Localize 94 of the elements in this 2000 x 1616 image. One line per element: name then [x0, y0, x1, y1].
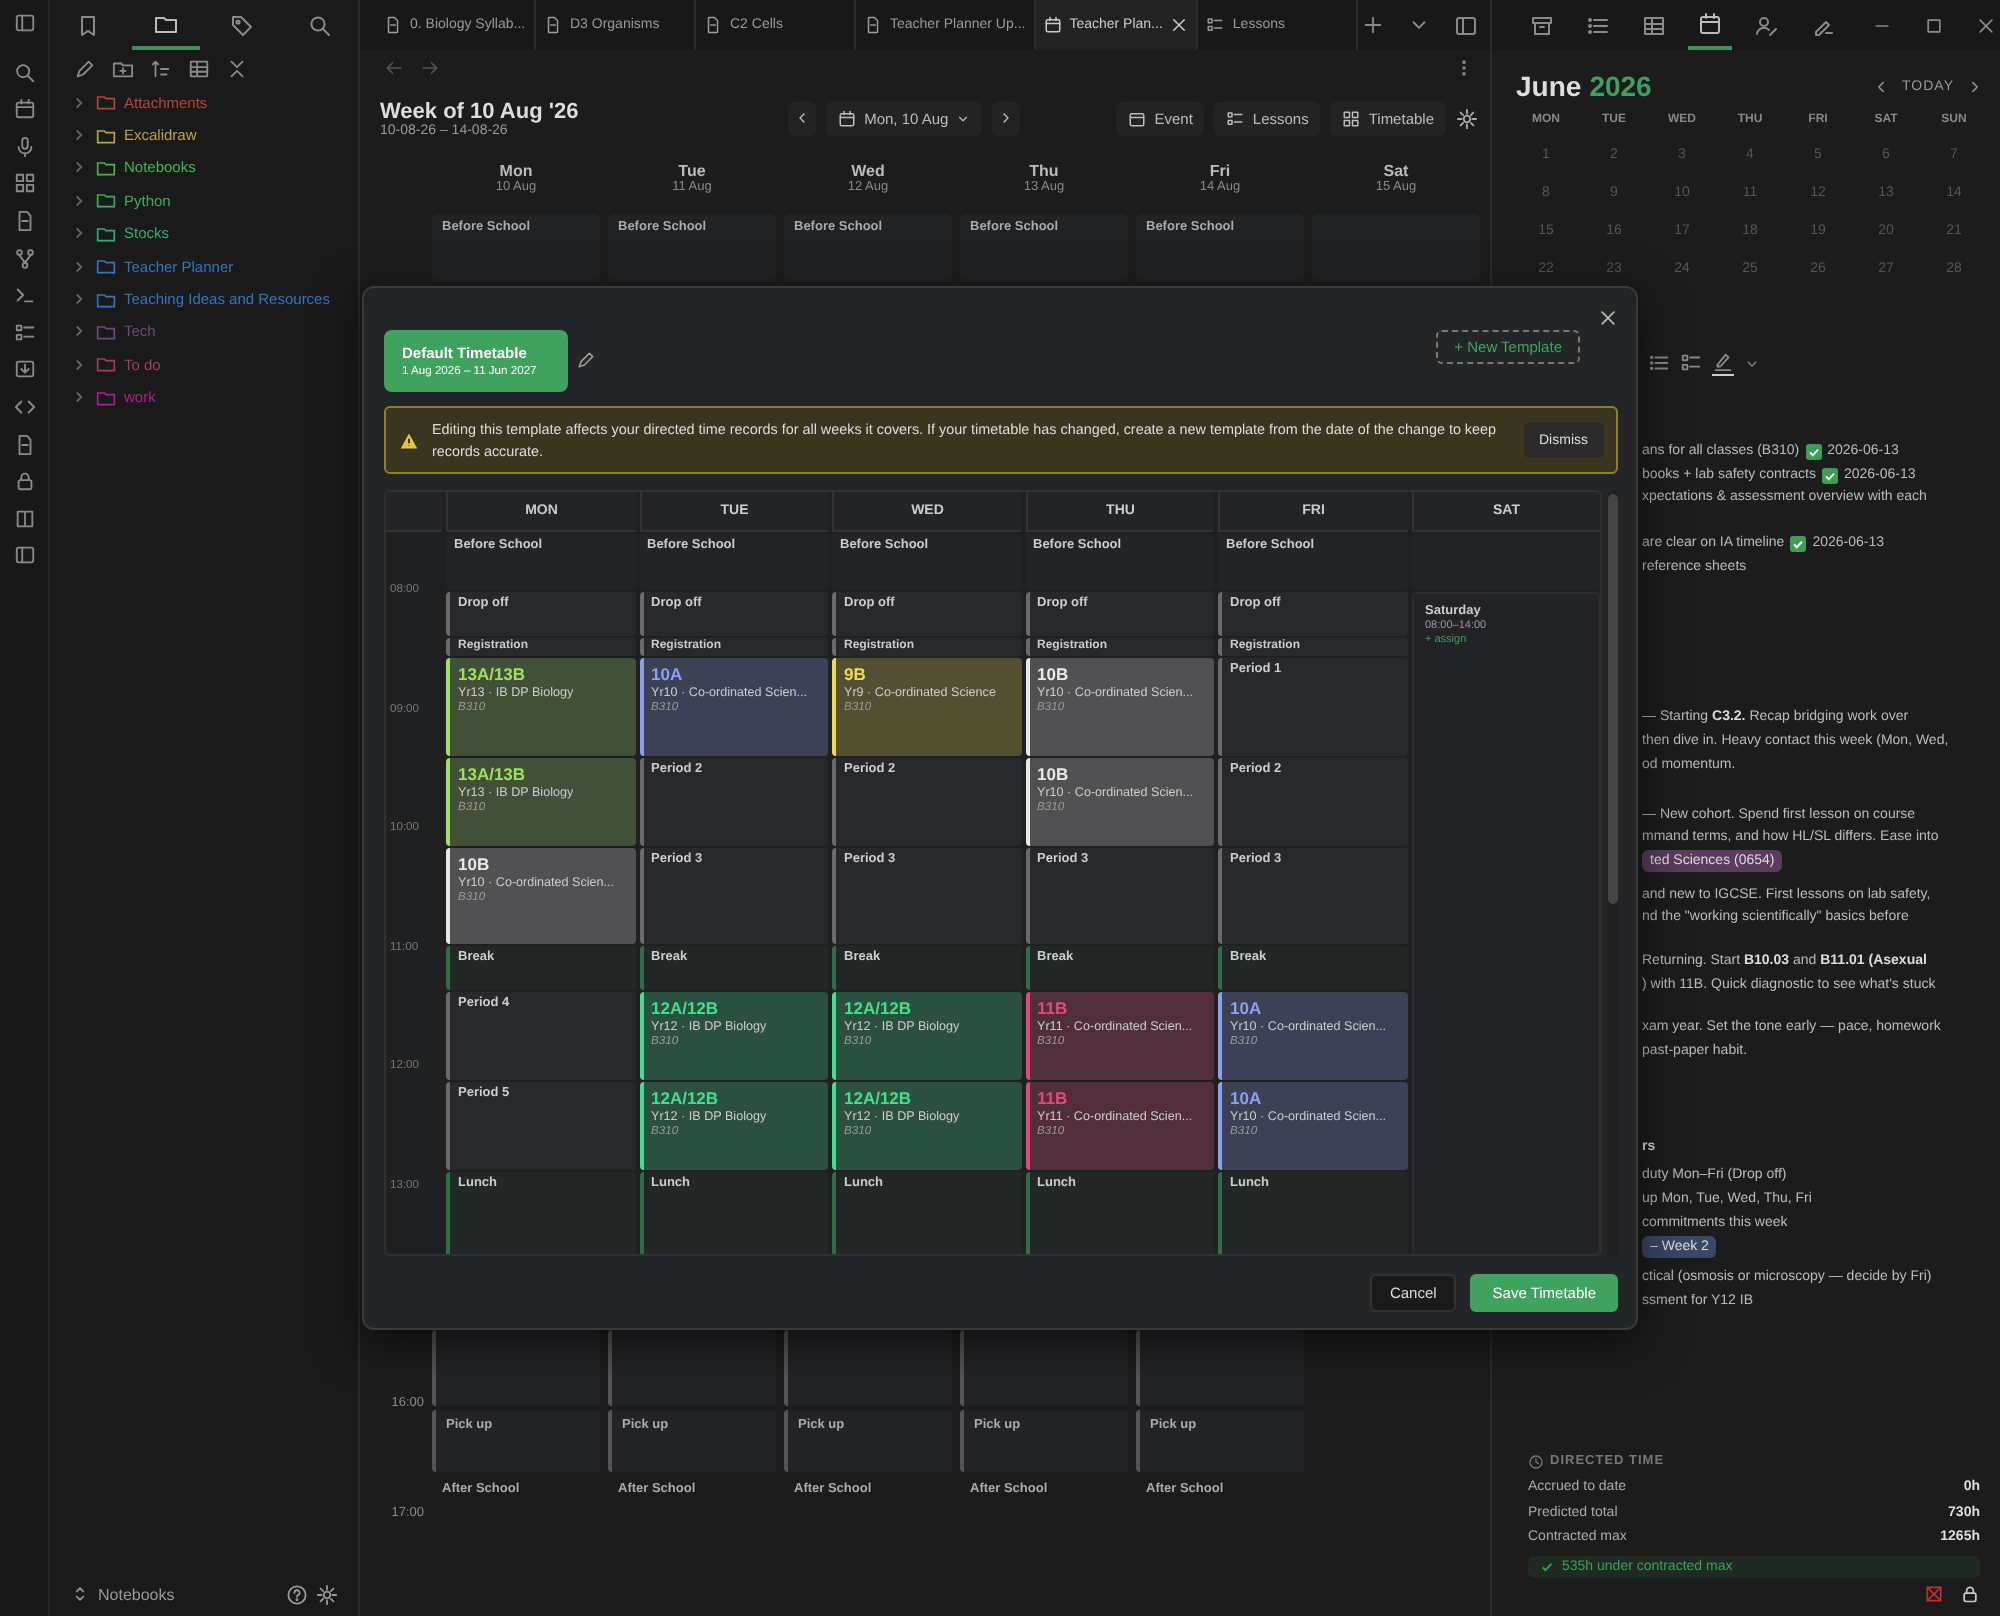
lock-icon[interactable]: [13, 470, 35, 493]
new-note-icon[interactable]: [74, 58, 96, 80]
class-code: 12A/12B: [844, 998, 914, 1018]
class-code: 10A: [1230, 1088, 1264, 1108]
day-name: Sat: [1383, 162, 1409, 180]
day-name: Tue: [678, 162, 706, 180]
chevron-icon[interactable]: [70, 224, 88, 243]
class-code: 9B: [844, 664, 868, 684]
folder-icon: [96, 321, 116, 342]
folder-icon: [96, 289, 116, 310]
event-icon: [1128, 109, 1147, 127]
chevron-icon[interactable]: [70, 290, 88, 309]
scrollbar[interactable]: [1608, 490, 1618, 1256]
archive-icon[interactable]: [1530, 13, 1554, 37]
calendar-icon[interactable]: [1698, 11, 1722, 35]
day-name: Wed: [851, 162, 885, 180]
tag-icon[interactable]: [230, 13, 255, 37]
year-title: 2026: [1589, 70, 1652, 102]
microphone-icon[interactable]: [13, 135, 35, 158]
grid-icon[interactable]: [13, 172, 35, 195]
sidebar-toggle-icon[interactable]: [13, 12, 35, 34]
chevron-icon[interactable]: [70, 322, 88, 341]
calendar-icon: [838, 109, 857, 127]
folder-icon: [96, 125, 116, 146]
calendar-icon[interactable]: [13, 98, 35, 121]
settings-icon[interactable]: [316, 1583, 338, 1605]
vault-name[interactable]: Notebooks: [98, 1585, 175, 1603]
previous-week-button[interactable]: [788, 101, 817, 135]
folder-icon: [96, 157, 116, 178]
clock-icon: [1528, 1453, 1544, 1469]
sidebar-toggle-icon[interactable]: [1454, 13, 1478, 37]
person-pen-icon[interactable]: [1754, 13, 1778, 37]
month-title: June: [1516, 70, 1582, 102]
search-icon[interactable]: [307, 13, 332, 37]
folder-icon: [96, 223, 116, 244]
class-code: 10B: [1037, 764, 1071, 784]
chevron-icon[interactable]: [70, 191, 88, 210]
crossed-box-icon[interactable]: [1924, 1584, 1944, 1604]
class-code: 13A/13B: [458, 764, 528, 784]
chevron-icon[interactable]: [70, 93, 88, 112]
class-code: 12A/12B: [651, 1088, 721, 1108]
folder-icon: [96, 387, 116, 408]
caret-icon: [956, 111, 971, 125]
terminal-icon[interactable]: [13, 284, 35, 307]
grid-icon: [1342, 109, 1361, 127]
class-code: 10A: [651, 664, 685, 684]
panel-icon[interactable]: [13, 544, 35, 567]
checked-box-icon[interactable]: [1821, 467, 1838, 484]
book-icon[interactable]: [13, 507, 35, 530]
day-name: Thu: [1029, 162, 1059, 180]
maximize-icon[interactable]: [1924, 15, 1944, 35]
edit-icon[interactable]: [576, 350, 596, 370]
day-name: Fri: [1209, 162, 1231, 180]
folder-icon: [96, 256, 116, 277]
lock-icon[interactable]: [1960, 1584, 1980, 1604]
folder-icon: [96, 190, 116, 211]
warning-icon: [400, 431, 418, 449]
next-month-icon[interactable]: [1966, 77, 1984, 95]
checked-box-icon[interactable]: [1790, 535, 1807, 552]
chevron-icon[interactable]: [70, 355, 88, 374]
checklist-icon[interactable]: [13, 321, 35, 344]
folder-icon: [96, 92, 116, 113]
download-icon[interactable]: [13, 358, 35, 381]
checked-box-icon[interactable]: [1805, 443, 1822, 460]
table-icon[interactable]: [1642, 13, 1666, 37]
chevron-icon[interactable]: [70, 388, 88, 407]
class-code: 13A/13B: [458, 664, 528, 684]
day-name: Mon: [499, 162, 533, 180]
class-code: 12A/12B: [651, 998, 721, 1018]
graph-icon[interactable]: [13, 247, 35, 270]
chevron-icon[interactable]: [70, 257, 88, 276]
folder-icon[interactable]: [153, 11, 178, 35]
bookmark-icon[interactable]: [76, 13, 101, 37]
class-code: 10A: [1230, 998, 1264, 1018]
switch-vault-icon[interactable]: [70, 1584, 90, 1604]
class-code: 12A/12B: [844, 1088, 914, 1108]
next-week-button[interactable]: [992, 101, 1021, 135]
new-folder-icon[interactable]: [112, 58, 134, 80]
class-code: 11B: [1037, 1088, 1070, 1108]
search-icon[interactable]: [13, 61, 35, 84]
class-code: 10B: [1037, 664, 1071, 684]
code-icon[interactable]: [13, 395, 35, 418]
folder-icon: [96, 354, 116, 375]
class-code: 10B: [458, 854, 492, 874]
new-tab-icon[interactable]: [1362, 13, 1384, 35]
sort-icon[interactable]: [150, 58, 172, 80]
chevron-icon[interactable]: [70, 126, 88, 145]
class-code: 11B: [1037, 998, 1070, 1018]
chevron-icon[interactable]: [70, 158, 88, 177]
help-icon[interactable]: [286, 1583, 308, 1605]
check-icon: [1540, 1560, 1554, 1574]
settings-icon[interactable]: [1456, 107, 1478, 129]
week-title: Week of 10 Aug '26: [380, 99, 579, 123]
highlighter-icon[interactable]: [1712, 350, 1734, 372]
